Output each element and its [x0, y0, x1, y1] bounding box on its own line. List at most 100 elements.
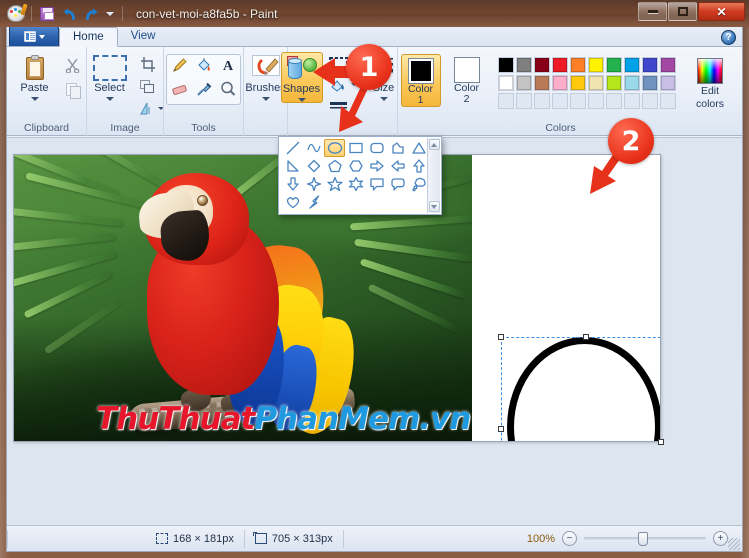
pencil-tool-button[interactable]	[168, 56, 191, 79]
maximize-button[interactable]	[668, 2, 697, 21]
crop-button[interactable]	[137, 53, 159, 75]
palette-swatch-3-3[interactable]	[534, 93, 550, 109]
select-button[interactable]: Select	[85, 52, 135, 101]
shape-triangle[interactable]	[408, 139, 429, 157]
palette-swatch-3-7[interactable]	[606, 93, 622, 109]
shape-right-arrow[interactable]	[366, 157, 387, 175]
zoom-out-button[interactable]: −	[562, 531, 577, 546]
palette-swatch-2-10[interactable]	[660, 75, 676, 91]
tab-view[interactable]: View	[118, 27, 169, 46]
shapes-gallery-scrollbar[interactable]	[427, 138, 440, 213]
color-palette[interactable]	[498, 57, 677, 110]
help-icon[interactable]: ?	[721, 30, 736, 45]
color1-button[interactable]: Color 1	[400, 54, 441, 107]
quick-access-toolbar[interactable]	[6, 4, 126, 24]
shape-line[interactable]	[282, 139, 303, 157]
window-controls[interactable]: ✕	[638, 2, 745, 21]
minimize-button[interactable]	[638, 2, 667, 21]
brushes-button[interactable]: Brushes	[245, 52, 286, 101]
zoom-slider-thumb[interactable]	[638, 531, 648, 546]
color-picker-tool-button[interactable]	[192, 80, 215, 103]
customize-qat-icon[interactable]	[103, 7, 117, 21]
palette-swatch-1-5[interactable]	[570, 57, 586, 73]
handle-top-left[interactable]	[498, 334, 504, 340]
shape-heart[interactable]	[282, 193, 303, 211]
shape-rounded-callout[interactable]	[387, 175, 408, 193]
scroll-down-icon[interactable]	[428, 201, 440, 212]
shape-lightning[interactable]	[303, 193, 324, 211]
color2-button[interactable]: Color 2	[447, 54, 487, 105]
tab-home[interactable]: Home	[59, 27, 118, 47]
palette-swatch-2-3[interactable]	[534, 75, 550, 91]
fill-tool-button[interactable]	[192, 56, 215, 79]
paint-palette-icon[interactable]	[6, 4, 26, 23]
palette-swatch-2-7[interactable]	[606, 75, 622, 91]
palette-swatch-1-1[interactable]	[498, 57, 514, 73]
palette-swatch-1-3[interactable]	[534, 57, 550, 73]
window-title: con-vet-moi-a8fa5b - Paint	[136, 6, 278, 21]
palette-swatch-3-9[interactable]	[642, 93, 658, 109]
selection-size-value: 168 × 181px	[173, 532, 234, 545]
shape-rectangular-callout[interactable]	[366, 175, 387, 193]
title-bar[interactable]: con-vet-moi-a8fa5b - Paint ✕	[0, 0, 749, 27]
palette-swatch-3-10[interactable]	[660, 93, 676, 109]
shape-up-arrow[interactable]	[408, 157, 429, 175]
undo-icon[interactable]	[59, 4, 79, 23]
file-menu-button[interactable]	[9, 27, 59, 46]
resize-grip[interactable]	[728, 538, 740, 550]
cut-button[interactable]	[62, 54, 84, 76]
qat-divider	[31, 6, 32, 21]
canvas-resize-handle[interactable]	[658, 439, 664, 445]
svg-text:A: A	[222, 59, 233, 73]
text-tool-button[interactable]: A	[216, 56, 239, 79]
resize-button[interactable]	[137, 76, 159, 98]
color2-label-line2: 2	[463, 93, 470, 105]
edit-colors-button[interactable]: Edit colors	[687, 54, 733, 110]
palette-swatch-2-6[interactable]	[588, 75, 604, 91]
eraser-tool-button[interactable]	[168, 80, 191, 103]
zoom-controls[interactable]: 100% − +	[527, 531, 742, 546]
shape-diamond[interactable]	[303, 157, 324, 175]
palette-swatch-1-6[interactable]	[588, 57, 604, 73]
copy-button[interactable]	[62, 79, 84, 101]
palette-swatch-1-7[interactable]	[606, 57, 622, 73]
palette-swatch-2-9[interactable]	[642, 75, 658, 91]
palette-swatch-3-6[interactable]	[588, 93, 604, 109]
palette-swatch-2-5[interactable]	[570, 75, 586, 91]
shape-four-point-star[interactable]	[303, 175, 324, 193]
zoom-in-button[interactable]: +	[713, 531, 728, 546]
shape-hexagon[interactable]	[345, 157, 366, 175]
redo-icon[interactable]	[81, 4, 101, 23]
palette-swatch-1-9[interactable]	[642, 57, 658, 73]
close-button[interactable]: ✕	[698, 2, 745, 21]
palette-swatch-1-2[interactable]	[516, 57, 532, 73]
rotate-button[interactable]	[137, 99, 166, 118]
palette-swatch-1-10[interactable]	[660, 57, 676, 73]
palette-swatch-3-1[interactable]	[498, 93, 514, 109]
paste-button[interactable]: Paste	[10, 52, 60, 101]
palette-swatch-3-5[interactable]	[570, 93, 586, 109]
shape-down-arrow[interactable]	[282, 175, 303, 193]
palette-swatch-3-8[interactable]	[624, 93, 640, 109]
shape-right-triangle[interactable]	[282, 157, 303, 175]
shape-left-arrow[interactable]	[387, 157, 408, 175]
shape-cloud-callout[interactable]	[408, 175, 429, 193]
palette-swatch-3-2[interactable]	[516, 93, 532, 109]
palette-swatch-2-2[interactable]	[516, 75, 532, 91]
handle-middle-left[interactable]	[498, 426, 504, 432]
shape-five-point-star[interactable]	[324, 175, 345, 193]
shape-pentagon[interactable]	[324, 157, 345, 175]
palette-swatch-3-4[interactable]	[552, 93, 568, 109]
zoom-slider[interactable]	[584, 531, 706, 546]
palette-swatch-1-4[interactable]	[552, 57, 568, 73]
save-icon[interactable]	[37, 4, 57, 23]
palette-swatch-2-4[interactable]	[552, 75, 568, 91]
handle-top-center[interactable]	[583, 334, 589, 340]
palette-swatch-2-8[interactable]	[624, 75, 640, 91]
shape-six-point-star[interactable]	[345, 175, 366, 193]
palette-swatch-2-1[interactable]	[498, 75, 514, 91]
drawn-ellipse-selection[interactable]	[498, 334, 660, 441]
scroll-up-icon[interactable]	[428, 139, 440, 150]
palette-swatch-1-8[interactable]	[624, 57, 640, 73]
magnifier-tool-button[interactable]	[216, 80, 239, 103]
